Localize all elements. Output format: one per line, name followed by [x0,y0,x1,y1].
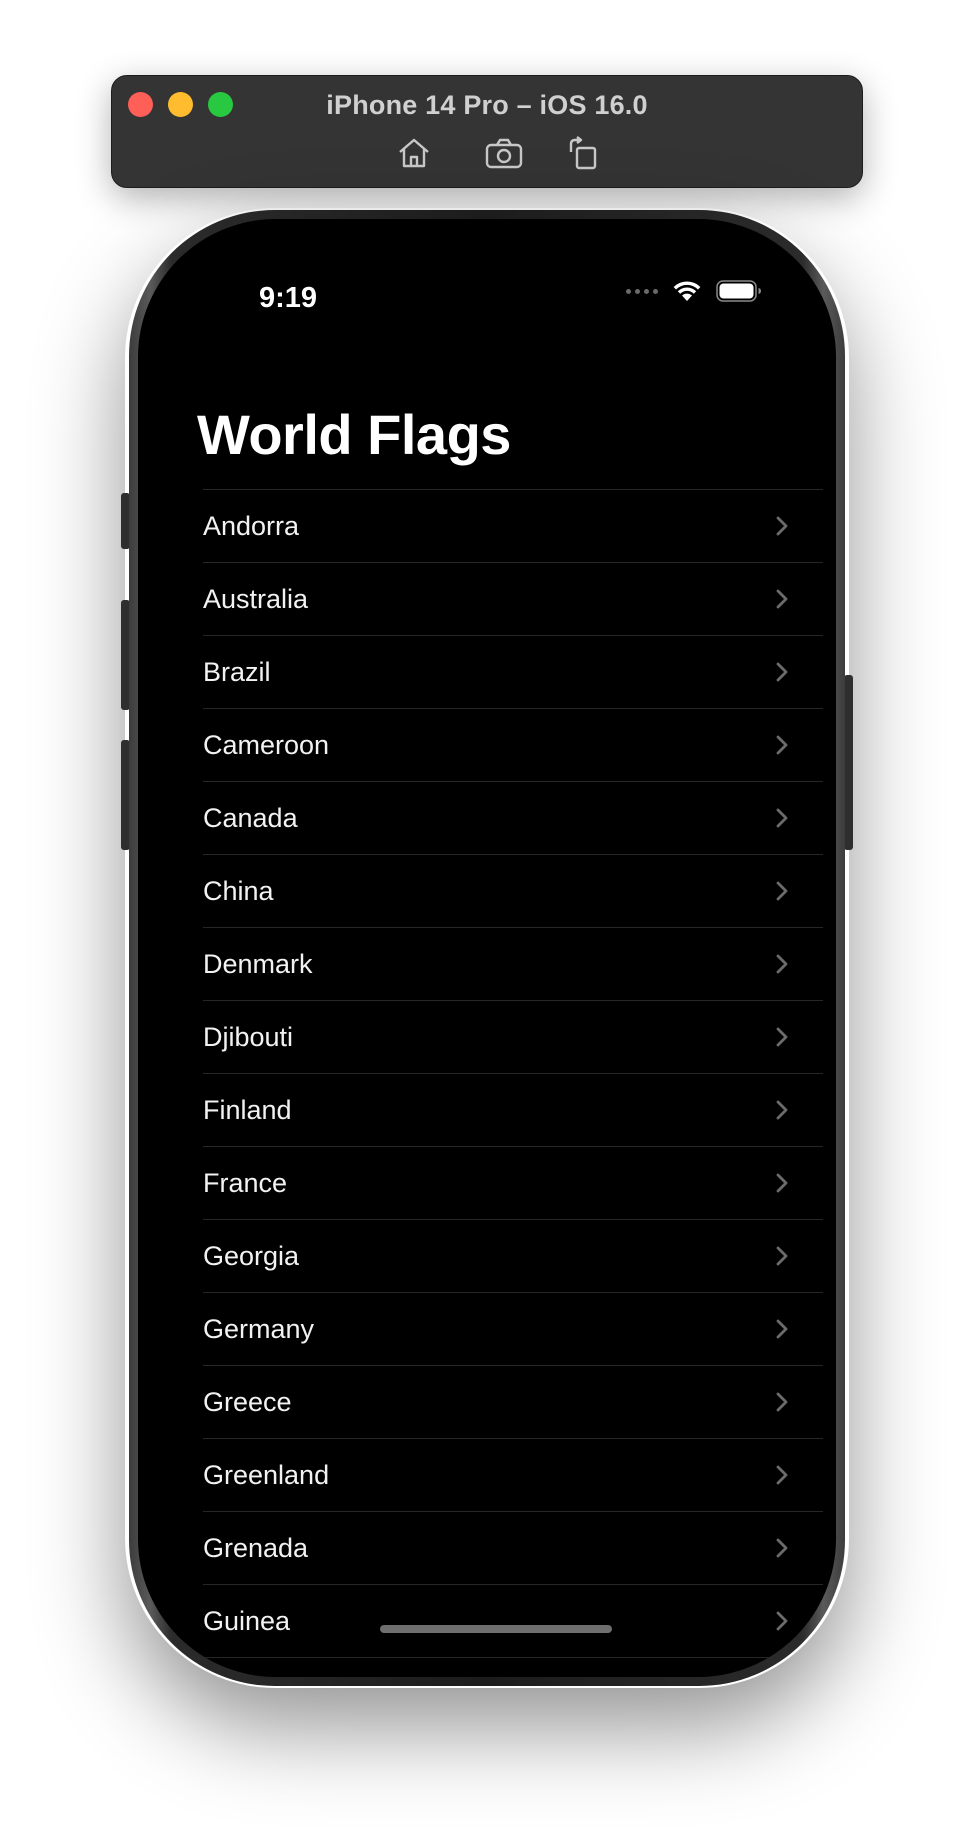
wifi-icon [672,280,702,302]
list-item[interactable]: Georgia [203,1220,823,1293]
country-name: Finland [203,1094,292,1125]
home-indicator[interactable] [380,1625,612,1633]
device-frame: 9:19 World Flags Andorra Australia Brazi… [129,210,845,1686]
country-name: Guinea [203,1605,291,1636]
chevron-right-icon [775,880,789,902]
screenshot-icon[interactable] [484,136,524,170]
chevron-right-icon [775,1245,789,1267]
country-name: Canada [203,802,298,833]
country-name: China [203,875,274,906]
list-item[interactable]: Greece [203,1366,823,1439]
list-item[interactable]: Cameroon [203,709,823,782]
country-name: Greece [203,1386,292,1417]
page-title: World Flags [197,403,511,466]
chevron-right-icon [775,1172,789,1194]
country-name: Andorra [203,510,300,541]
country-name: Australia [203,583,309,614]
country-name: Germany [203,1313,315,1344]
chevron-right-icon [775,588,789,610]
list-item[interactable]: Australia [203,563,823,636]
chevron-right-icon [775,515,789,537]
home-icon[interactable] [396,136,432,170]
list-item[interactable]: Brazil [203,636,823,709]
list-item[interactable]: Grenada [203,1512,823,1585]
status-indicators [626,280,762,302]
cellular-signal-icon [626,288,658,294]
chevron-right-icon [775,807,789,829]
chevron-right-icon [775,661,789,683]
chevron-right-icon [775,1318,789,1340]
country-name: Cameroon [203,729,330,760]
chevron-right-icon [775,1610,789,1632]
list-item[interactable]: Canada [203,782,823,855]
country-name: Grenada [203,1532,309,1563]
power-button [844,675,853,850]
list-item[interactable]: Finland [203,1074,823,1147]
status-time: 9:19 [259,282,318,314]
device-screen: 9:19 World Flags Andorra Australia Brazi… [138,219,836,1677]
list-item[interactable]: Germany [203,1293,823,1366]
battery-icon [716,280,762,302]
simulator-title: iPhone 14 Pro – iOS 16.0 [326,90,648,120]
chevron-right-icon [775,1026,789,1048]
simulator-toolbar: iPhone 14 Pro – iOS 16.0 [111,75,863,188]
country-list: Andorra Australia Brazil Cameroon Canada [203,489,823,1658]
country-name: Georgia [203,1240,300,1271]
country-name: Greenland [203,1459,330,1490]
chevron-right-icon [775,953,789,975]
chevron-right-icon [775,1099,789,1121]
chevron-right-icon [775,1464,789,1486]
country-name: Denmark [203,948,313,979]
list-item[interactable]: Greenland [203,1439,823,1512]
country-name: Brazil [203,656,271,687]
chevron-right-icon [775,1537,789,1559]
chevron-right-icon [775,1391,789,1413]
list-item[interactable]: Denmark [203,928,823,1001]
list-item[interactable]: China [203,855,823,928]
list-item[interactable]: Djibouti [203,1001,823,1074]
dynamic-island [386,265,596,323]
country-name: France [203,1167,288,1198]
rotate-icon[interactable] [565,136,601,170]
list-item[interactable]: Andorra [203,490,823,563]
list-item[interactable]: France [203,1147,823,1220]
list-item[interactable]: Guinea [203,1585,823,1658]
chevron-right-icon [775,734,789,756]
country-name: Djibouti [203,1021,294,1052]
